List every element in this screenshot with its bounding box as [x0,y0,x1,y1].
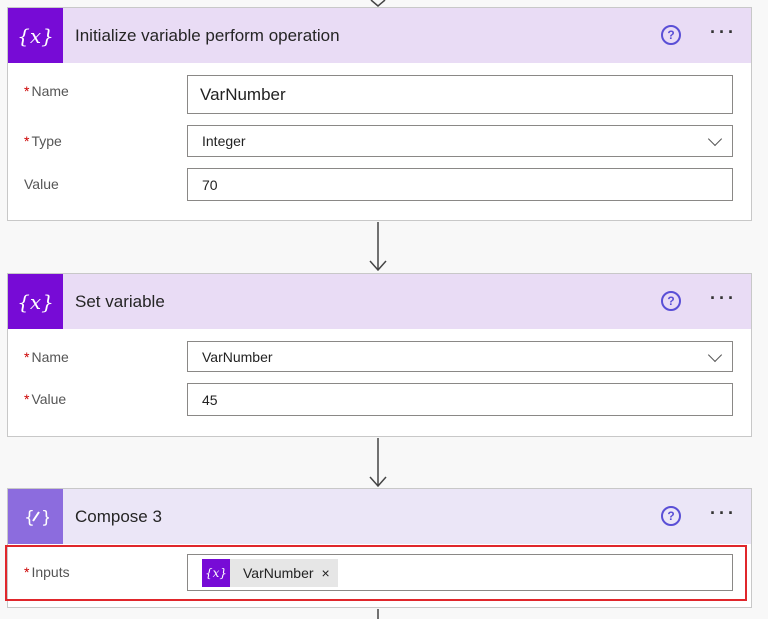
more-options-icon[interactable]: ··· [710,289,737,307]
inputs-label: * Inputs [24,564,70,580]
value-label: * Value [24,391,67,407]
variable-icon: {x} [202,558,230,587]
chevron-down-icon [707,347,723,362]
token-label: VarNumber [243,564,314,581]
name-input[interactable]: VarNumber [187,75,733,114]
more-options-icon[interactable]: ··· [710,504,737,522]
help-icon[interactable]: ? [661,25,681,45]
card-header[interactable]: {x} Initialize variable perform operatio… [8,8,751,63]
help-icon[interactable]: ? [661,291,681,311]
svg-text:}: } [41,508,49,528]
flow-connector-arrow [368,222,388,272]
variable-icon: {x} [8,8,63,63]
dynamic-content-token[interactable]: {x} VarNumber × [202,558,338,587]
card-title: Compose 3 [75,506,162,526]
card-title: Initialize variable perform operation [75,25,340,45]
type-dropdown[interactable]: Integer [187,125,733,157]
name-label: * Name [24,83,69,99]
initialize-variable-card: {x} Initialize variable perform operatio… [7,7,752,221]
value-label: Value [24,176,59,192]
compose-card: { } Compose 3 ? ··· *Inputs {x} VarNumbe… [7,488,752,608]
remove-token-icon[interactable]: × [322,565,330,581]
chevron-down-icon [707,131,723,147]
help-icon[interactable]: ? [661,506,681,526]
svg-text:{: { [24,508,35,528]
name-label: * Name [24,349,69,365]
set-variable-card: {x} Set variable ? ··· * Name VarNumber *… [7,273,752,437]
flow-connector-bottom [368,609,388,619]
flow-connector-arrow [368,438,388,488]
variable-icon: {x} [8,274,63,329]
more-options-icon[interactable]: ··· [710,23,737,41]
type-label: * Type [24,133,62,149]
card-title: Set variable [75,291,165,311]
card-header[interactable]: { } Compose 3 ? ··· [8,489,751,544]
value-input[interactable]: 70 [187,168,733,201]
name-dropdown[interactable]: VarNumber [187,341,733,372]
inputs-field[interactable]: {x} VarNumber × [187,554,733,591]
value-input[interactable]: 45 [187,383,733,416]
compose-icon: { } [8,489,63,544]
card-header[interactable]: {x} Set variable ? ··· [8,274,751,329]
